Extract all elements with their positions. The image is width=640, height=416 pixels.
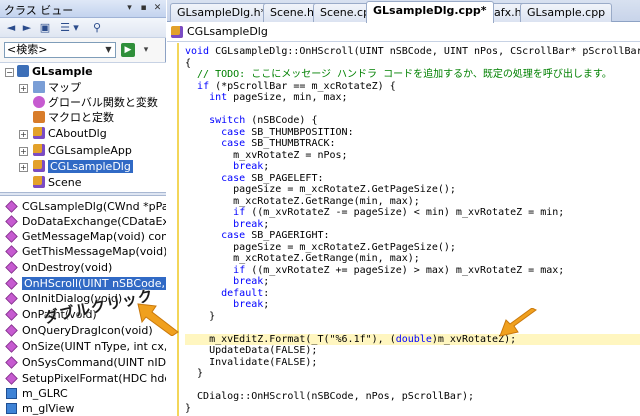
- code-line: int pageSize, min, max;: [209, 92, 348, 103]
- code-line: }: [185, 310, 216, 322]
- tree-item-cglsampleapp[interactable]: CGLsampleApp: [33, 144, 132, 158]
- macro-icon: [33, 111, 45, 123]
- tree-item-maps[interactable]: マップ: [33, 81, 81, 95]
- code-line: break;: [233, 276, 270, 287]
- method-icon: [5, 261, 18, 274]
- tree-item-cglsampledlg[interactable]: CGLsampleDlg: [33, 160, 133, 174]
- tab-glsampledlg-h[interactable]: GLsampleDlg.h*: [170, 3, 274, 22]
- code-line: }: [185, 402, 192, 414]
- code-line: {: [185, 57, 192, 69]
- code-line: void CGLsampleDlg::OnHScroll(UINT nSBCod…: [185, 46, 640, 57]
- method-icon: [5, 200, 18, 213]
- expand-icon[interactable]: +: [19, 147, 28, 156]
- method-icon: [5, 230, 18, 243]
- code-line: pageSize = m_xcRotateZ.GetPageSize();: [185, 241, 456, 253]
- class-icon: [171, 26, 183, 38]
- code-line: case SB_PAGERIGHT:: [221, 230, 330, 241]
- expand-icon[interactable]: +: [19, 130, 28, 139]
- class-icon: [33, 160, 45, 172]
- method-icon: [5, 308, 18, 321]
- class-icon: [33, 127, 45, 139]
- code-line: break;: [233, 299, 270, 310]
- search-go-button[interactable]: ▶: [121, 43, 135, 57]
- method-icon: [5, 324, 18, 337]
- search-input[interactable]: <検索> ▼: [4, 42, 116, 58]
- code-line: m_xcRotateZ.GetRange(min, max);: [185, 253, 420, 264]
- method-icon: [5, 372, 18, 385]
- class-icon: [33, 176, 45, 188]
- method-icon: [5, 356, 18, 369]
- method-icon: [5, 245, 18, 258]
- breadcrumb[interactable]: CGLsampleDlg: [167, 22, 640, 42]
- code-line: if ((m_xvRotateZ += pageSize) > max) m_x…: [233, 264, 565, 276]
- change-marker: [177, 43, 179, 416]
- code-line: case SB_PAGELEFT:: [221, 172, 324, 184]
- tab-glsampledlg-cpp[interactable]: GLsampleDlg.cpp*: [366, 1, 494, 23]
- code-line: m_xcRotateZ.GetRange(min, max);: [185, 195, 420, 207]
- project-icon: [17, 65, 29, 77]
- class-view-toolbar: ◄ ► ▣ ☰ ▾ ⚲: [0, 18, 166, 38]
- pane-dropdown-icon[interactable]: ▾: [124, 3, 135, 14]
- global-icon: [33, 96, 45, 108]
- code-line: default:: [221, 287, 270, 299]
- code-line: case SB_THUMBPOSITION:: [221, 126, 354, 138]
- method-icon: [5, 215, 18, 228]
- map-icon: [33, 81, 45, 93]
- code-line: CDialog::OnHScroll(nSBCode, nPos, pScrol…: [185, 391, 474, 402]
- class-icon: [33, 144, 45, 156]
- code-line: pageSize = m_xcRotateZ.GetPageSize();: [185, 184, 456, 195]
- chevron-down-icon[interactable]: ▼: [102, 43, 115, 57]
- variable-icon: [6, 403, 17, 414]
- forward-icon[interactable]: ►: [20, 21, 34, 35]
- code-line: break;: [233, 161, 270, 172]
- tree-item-scene[interactable]: Scene: [33, 176, 82, 190]
- code-line: UpdateData(FALSE);: [185, 345, 318, 356]
- tree-item-globals[interactable]: グローバル関数と変数: [33, 96, 158, 110]
- code-line: // TODO: ここにメッセージ ハンドラ コードを追加するか、既定の処理を呼…: [185, 69, 612, 80]
- code-line: m_xvEditZ.Format(_T("%6.1f"), (double)m_…: [185, 333, 640, 345]
- code-line: if ((m_xvRotateZ -= pageSize) < min) m_x…: [233, 207, 565, 218]
- tree-item-macros[interactable]: マクロと定数: [33, 111, 114, 125]
- code-area[interactable]: void CGLsampleDlg::OnHScroll(UINT nSBCod…: [185, 46, 640, 414]
- breadcrumb-class: CGLsampleDlg: [187, 25, 268, 38]
- back-icon[interactable]: ◄: [4, 21, 18, 35]
- code-line: m_xvRotateZ = nPos;: [185, 149, 348, 161]
- sort-dropdown-icon[interactable]: ▾: [72, 21, 80, 35]
- tab-glsample-cpp[interactable]: GLsample.cpp: [520, 3, 613, 22]
- collapse-icon[interactable]: −: [5, 68, 14, 77]
- list-item[interactable]: m_glView: [0, 400, 166, 416]
- expand-icon[interactable]: +: [19, 84, 28, 93]
- class-view-pane: クラス ビュー ▾ ▪ ✕ ◄ ► ▣ ☰ ▾ ⚲ <検索> ▼ ▶ ▾ − G…: [0, 0, 166, 416]
- search-input-text: <検索>: [7, 43, 48, 56]
- method-icon: [5, 340, 18, 353]
- class-tree: − GLsample + マップ グローバル関数と変数 マクロと定数 + CAb…: [0, 62, 166, 192]
- tree-item-project[interactable]: GLsample: [17, 65, 93, 79]
- expand-icon[interactable]: +: [19, 163, 28, 172]
- method-icon: [5, 292, 18, 305]
- class-view-title-bar: クラス ビュー ▾ ▪ ✕: [0, 0, 166, 18]
- code-editor[interactable]: void CGLsampleDlg::OnHScroll(UINT nSBCod…: [167, 43, 640, 416]
- code-line: }: [185, 368, 204, 379]
- code-line: break;: [233, 218, 270, 230]
- references-icon[interactable]: ⚲: [90, 21, 104, 35]
- document-tab-strip: GLsampleDlg.h* Scene.h Scene.cpp GLsampl…: [167, 0, 640, 23]
- folder-icon[interactable]: ▣: [38, 21, 52, 35]
- code-line: Invalidate(FALSE);: [185, 356, 318, 368]
- arrow-icon: [499, 308, 537, 337]
- class-view-title: クラス ビュー: [4, 4, 74, 17]
- sort-icon[interactable]: ☰: [58, 21, 72, 35]
- variable-icon: [6, 388, 17, 399]
- pane-close-icon[interactable]: ✕: [152, 3, 163, 14]
- code-line: if (*pScrollBar == m_xcRotateZ) {: [197, 80, 396, 92]
- method-icon: [5, 277, 18, 290]
- code-line: switch (nSBCode) {: [209, 115, 318, 126]
- code-line: case SB_THUMBTRACK:: [221, 138, 336, 149]
- tree-item-caboutdlg[interactable]: CAboutDlg: [33, 127, 107, 141]
- search-row: <検索> ▼ ▶ ▾: [0, 39, 166, 61]
- search-options-icon[interactable]: ▾: [139, 43, 153, 57]
- pane-pin-icon[interactable]: ▪: [138, 3, 149, 14]
